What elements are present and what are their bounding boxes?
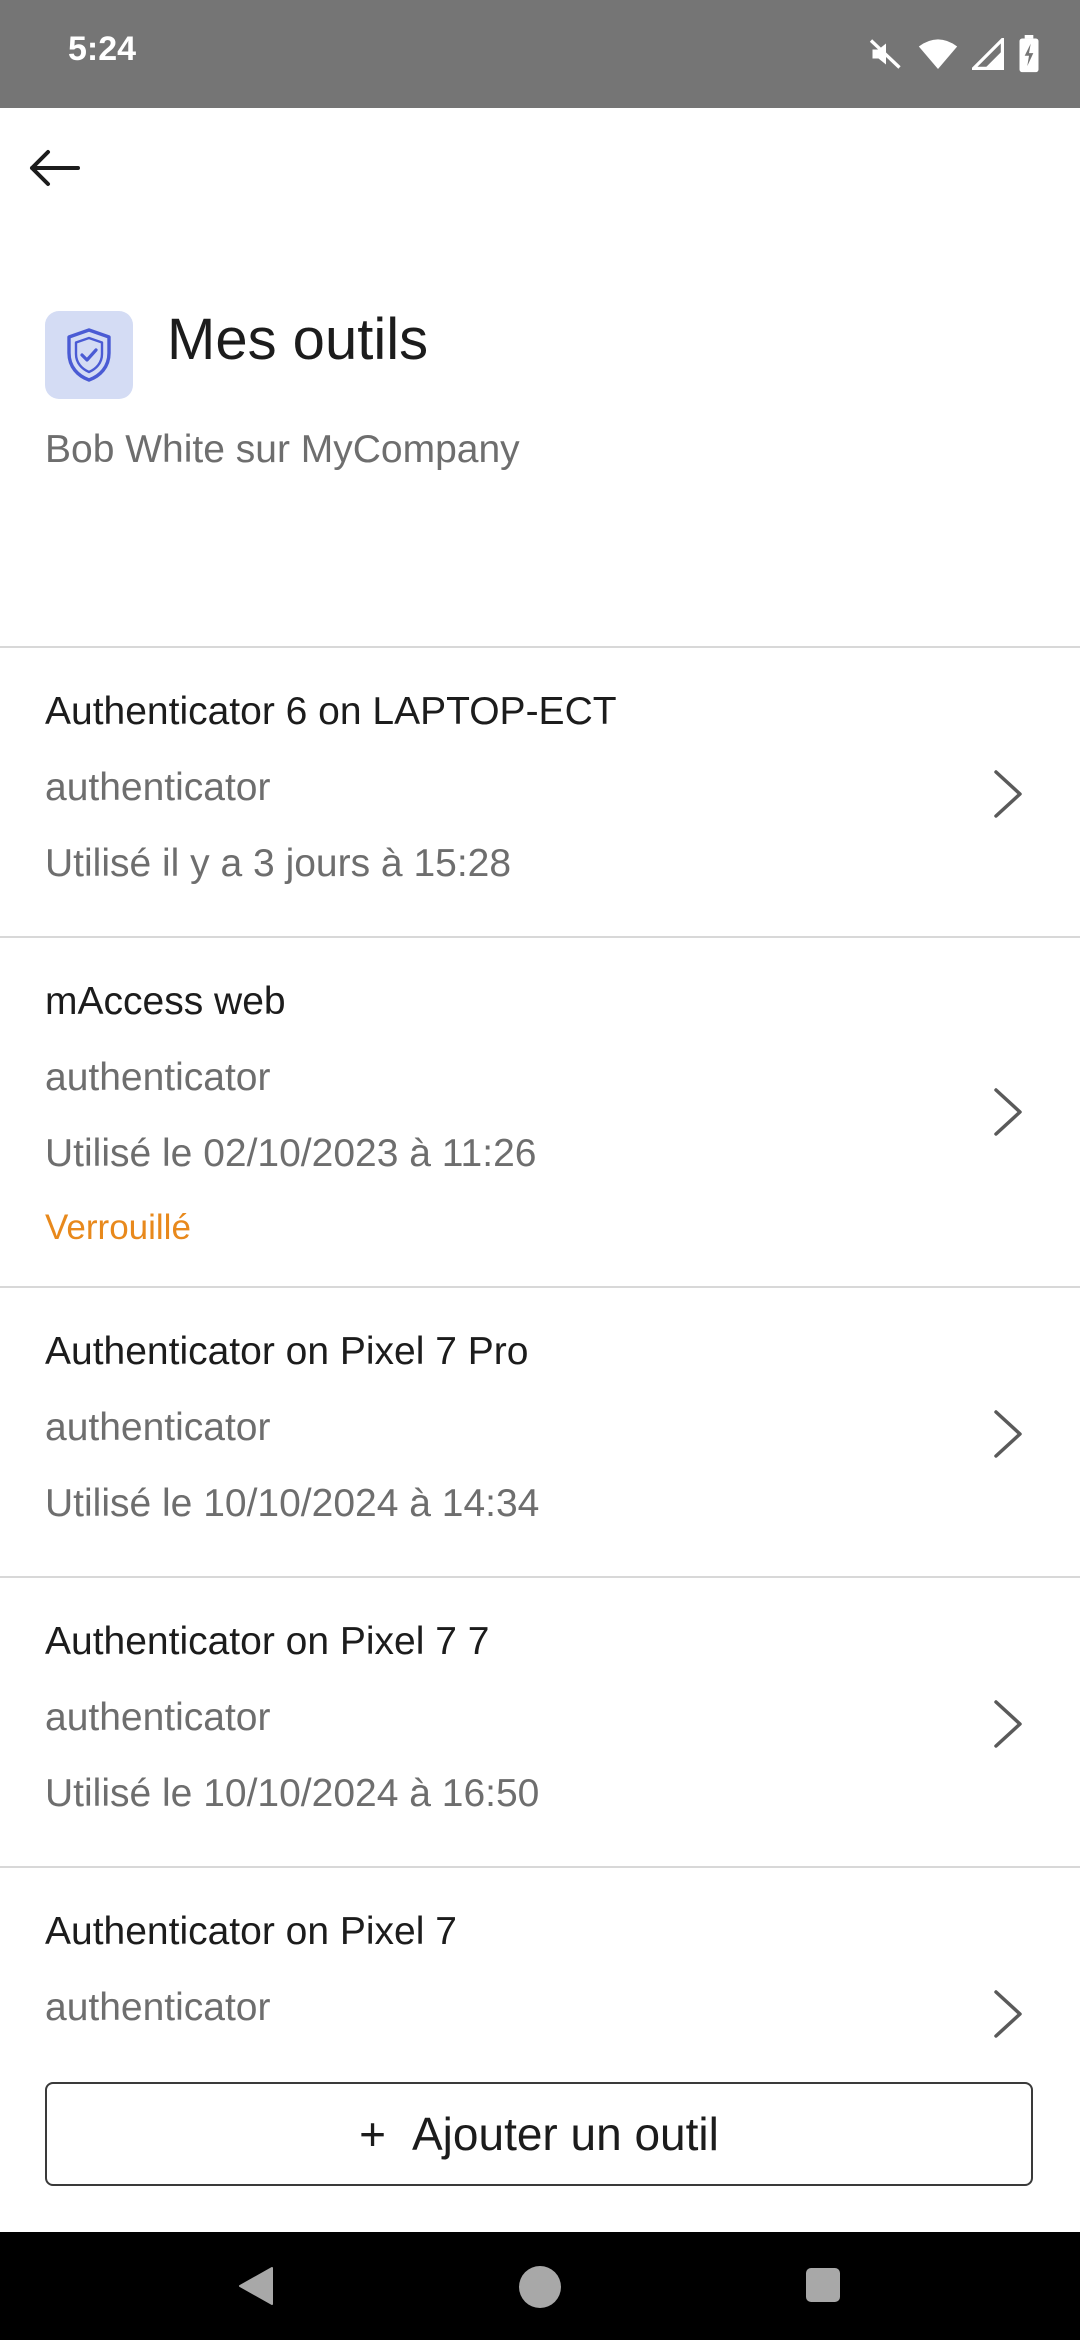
- tool-last-used: Utilisé le 02/10/2023 à 11:26: [45, 1132, 537, 1175]
- chevron-right-icon: [994, 1700, 1022, 1748]
- tool-last-used: Utilisé le 10/10/2024 à 16:50: [45, 1772, 540, 1815]
- tool-item[interactable]: mAccess web authenticator Utilisé le 02/…: [0, 938, 1080, 1286]
- tool-type: authenticator: [45, 1056, 271, 1099]
- chevron-right-icon: [994, 1410, 1022, 1458]
- system-nav-bar: [0, 2232, 1080, 2340]
- tool-title: Authenticator 6 on LAPTOP-ECT: [45, 690, 617, 733]
- tool-last-used: Utilisé le 10/10/2024 à 14:34: [45, 1482, 540, 1525]
- tool-title: Authenticator on Pixel 7 7: [45, 1620, 490, 1663]
- page-subtitle: Bob White sur MyCompany: [45, 428, 520, 471]
- add-tool-button[interactable]: + Ajouter un outil: [45, 2082, 1033, 2186]
- tools-list: Authenticator 6 on LAPTOP-ECT authentica…: [0, 646, 1080, 2068]
- tool-item[interactable]: Authenticator on Pixel 7 authenticator: [0, 1868, 1080, 2068]
- chevron-right-icon: [994, 1990, 1022, 2038]
- tool-item[interactable]: Authenticator on Pixel 7 Pro authenticat…: [0, 1288, 1080, 1576]
- tool-item[interactable]: Authenticator on Pixel 7 7 authenticator…: [0, 1578, 1080, 1866]
- back-button[interactable]: [22, 136, 86, 200]
- tool-item[interactable]: Authenticator 6 on LAPTOP-ECT authentica…: [0, 648, 1080, 936]
- status-time: 5:24: [68, 30, 137, 68]
- battery-charging-icon: [1019, 35, 1039, 73]
- page-title: Mes outils: [167, 307, 429, 372]
- nav-recents-icon[interactable]: [806, 2268, 840, 2302]
- chevron-right-icon: [994, 1088, 1022, 1136]
- tools-header-icon: [45, 311, 133, 399]
- shield-check-icon: [67, 328, 111, 382]
- nav-home-icon[interactable]: [519, 2266, 561, 2308]
- tool-type: authenticator: [45, 766, 271, 809]
- tool-type: authenticator: [45, 1406, 271, 1449]
- plus-icon: +: [359, 2108, 386, 2160]
- arrow-left-icon: [30, 150, 80, 186]
- tool-type: authenticator: [45, 1696, 271, 1739]
- tool-type: authenticator: [45, 1986, 271, 2029]
- status-icons: [868, 30, 1040, 78]
- tool-last-used: Utilisé il y a 3 jours à 15:28: [45, 842, 512, 885]
- chevron-right-icon: [994, 770, 1022, 818]
- mute-icon: [869, 39, 901, 69]
- signal-icon: [972, 38, 1004, 70]
- tool-status-badge: Verrouillé: [45, 1208, 191, 1247]
- nav-back-icon[interactable]: [238, 2266, 274, 2306]
- wifi-icon: [918, 39, 958, 69]
- add-tool-label: Ajouter un outil: [412, 2108, 719, 2160]
- tool-title: Authenticator on Pixel 7 Pro: [45, 1330, 529, 1373]
- tool-title: Authenticator on Pixel 7: [45, 1910, 457, 1953]
- status-bar: 5:24: [0, 0, 1080, 108]
- tool-title: mAccess web: [45, 980, 286, 1023]
